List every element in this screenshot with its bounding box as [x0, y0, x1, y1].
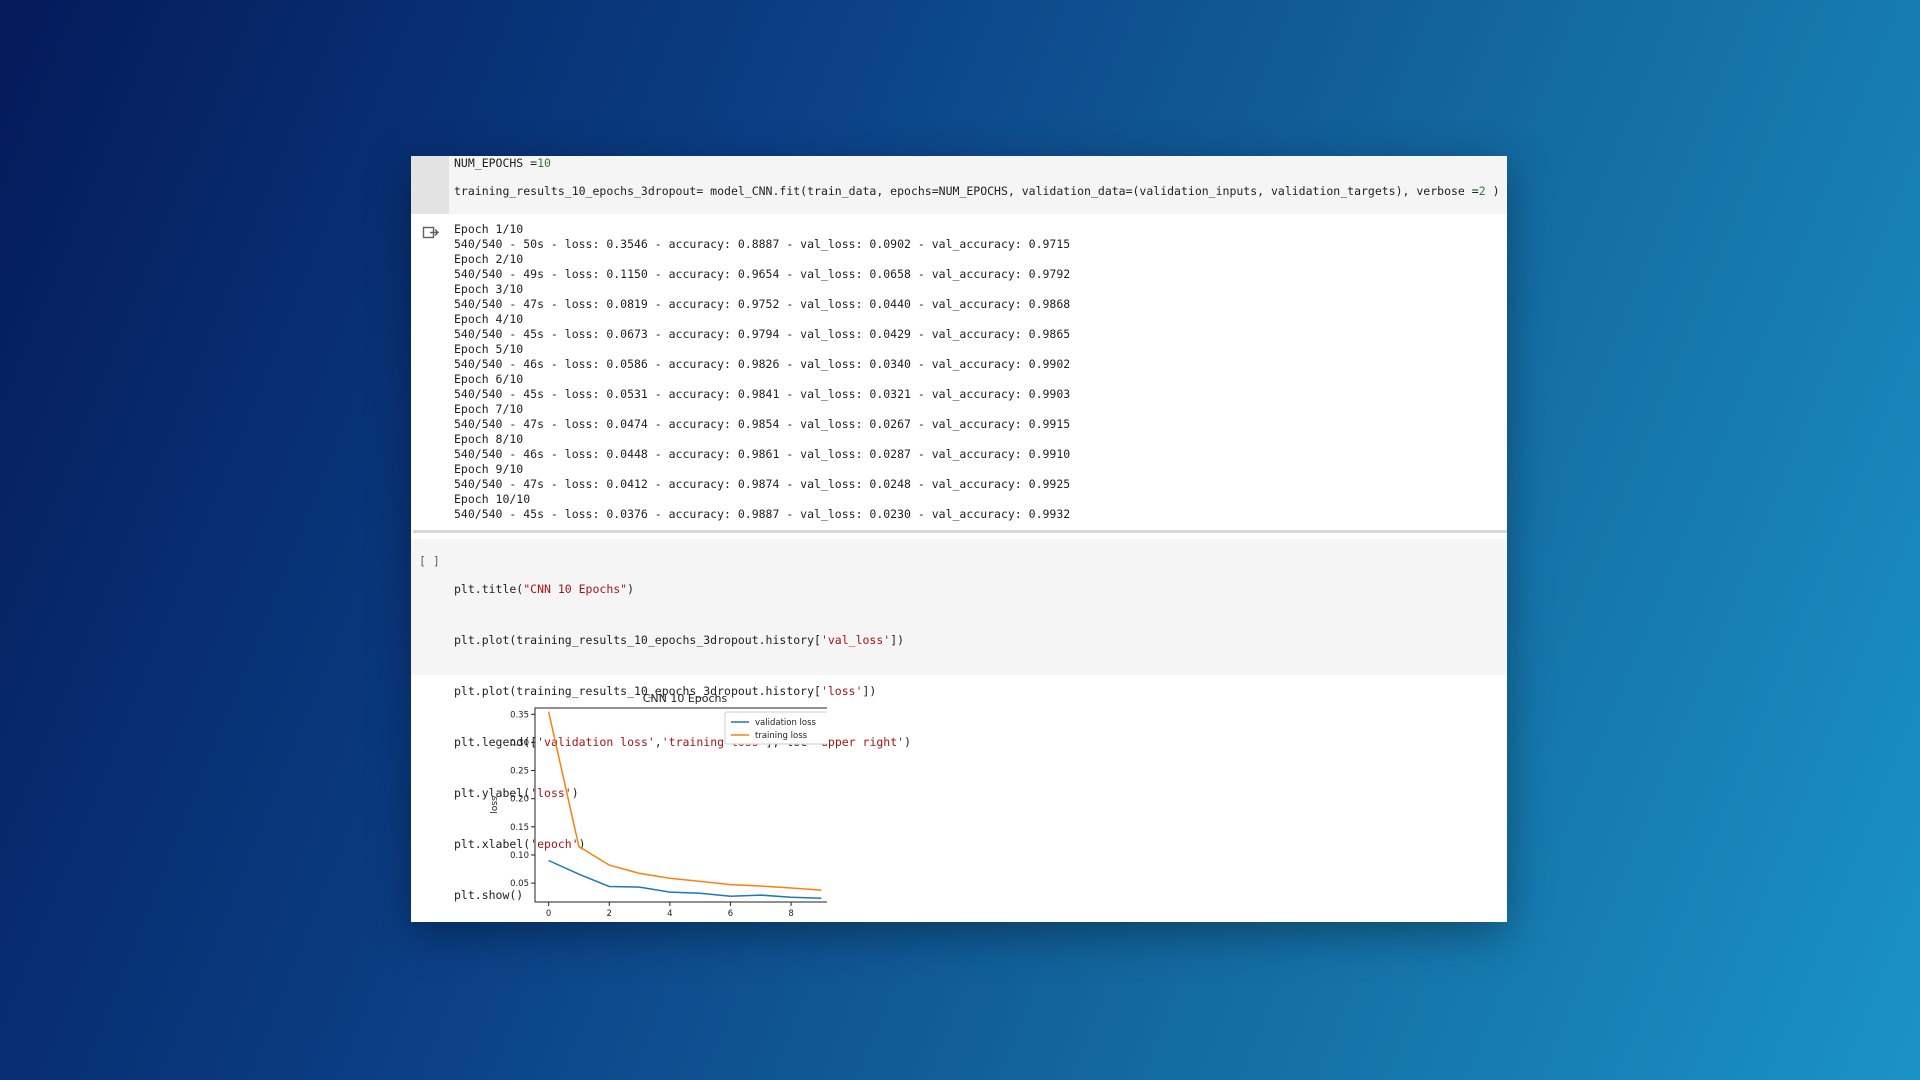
epoch-header-line: Epoch 7/10 [454, 402, 524, 416]
epoch-metrics-line: 540/540 - 47s - loss: 0.0819 - accuracy:… [454, 297, 1071, 311]
code-cell-fit[interactable]: NUM_EPOCHS =10 training_results_10_epoch… [411, 156, 1507, 214]
code-string: 'val_loss' [820, 633, 891, 647]
code-string: "CNN 10 Epochs" [523, 582, 628, 596]
x-tick-label: 6 [728, 909, 733, 919]
code-number: 2 [1478, 184, 1486, 198]
cell-output: Epoch 1/10 540/540 - 50s - loss: 0.3546 -… [454, 222, 1070, 522]
epoch-header-line: Epoch 5/10 [454, 342, 524, 356]
epoch-metrics-line: 540/540 - 45s - loss: 0.0531 - accuracy:… [454, 387, 1071, 401]
x-tick-label: 8 [788, 909, 793, 919]
y-tick-label: 0.20 [510, 795, 529, 805]
cell-divider [413, 530, 1507, 533]
code-text: ]) [890, 633, 905, 647]
code-text: plt.title( [454, 582, 524, 596]
epoch-metrics-line: 540/540 - 45s - loss: 0.0376 - accuracy:… [454, 507, 1071, 521]
code-text: ) [1485, 184, 1500, 198]
y-tick-label: 0.05 [510, 879, 529, 889]
code-string: 'upper right' [814, 735, 905, 749]
epoch-header-line: Epoch 2/10 [454, 252, 524, 266]
legend-label: validation loss [755, 718, 817, 728]
epoch-metrics-line: 540/540 - 46s - loss: 0.0586 - accuracy:… [454, 357, 1071, 371]
chart-title: CNN 10 Epochs [643, 692, 728, 705]
epoch-metrics-line: 540/540 - 47s - loss: 0.0412 - accuracy:… [454, 477, 1071, 491]
code-line-fit: training_results_10_epochs_3dropout= mod… [454, 184, 1500, 198]
y-tick-label: 0.30 [510, 738, 529, 748]
x-tick-label: 0 [546, 909, 551, 919]
epoch-metrics-line: 540/540 - 49s - loss: 0.1150 - accuracy:… [454, 267, 1071, 281]
epoch-metrics-line: 540/540 - 50s - loss: 0.3546 - accuracy:… [454, 237, 1071, 251]
y-tick-label: 0.15 [510, 823, 529, 833]
epoch-header-line: Epoch 9/10 [454, 462, 524, 476]
code-text: NUM_EPOCHS = [454, 156, 538, 170]
legend-label: training loss [755, 731, 808, 741]
y-tick-label: 0.35 [510, 710, 529, 720]
code-line-num-epochs: NUM_EPOCHS =10 [454, 156, 551, 170]
y-tick-label: 0.10 [510, 851, 529, 861]
epoch-metrics-line: 540/540 - 45s - loss: 0.0673 - accuracy:… [454, 327, 1071, 341]
code-text: ]) [862, 684, 877, 698]
epoch-metrics-line: 540/540 - 46s - loss: 0.0448 - accuracy:… [454, 447, 1071, 461]
epoch-header-line: Epoch 8/10 [454, 432, 524, 446]
code-string: 'loss' [820, 684, 863, 698]
code-text: ) [627, 582, 635, 596]
epoch-header-line: Epoch 1/10 [454, 222, 524, 236]
code-line: plt.plot(training_results_10_epochs_3dro… [454, 632, 911, 649]
epoch-metrics-line: 540/540 - 47s - loss: 0.0474 - accuracy:… [454, 417, 1071, 431]
code-cell-plot[interactable]: [ ] plt.title("CNN 10 Epochs") plt.plot(… [411, 539, 1507, 902]
epoch-header-line: Epoch 3/10 [454, 282, 524, 296]
notebook-window: NUM_EPOCHS =10 training_results_10_epoch… [411, 156, 1507, 922]
y-axis-label: loss [490, 796, 500, 814]
epoch-header-line: Epoch 4/10 [454, 312, 524, 326]
epoch-header-line: Epoch 10/10 [454, 492, 531, 506]
y-tick-label: 0.25 [510, 767, 529, 777]
loss-chart: CNN 10 Epochs loss 0.05 0.10 0.15 0.20 0.25 0.3… [490, 692, 827, 919]
code-line: plt.title("CNN 10 Epochs") [454, 581, 911, 598]
epoch-header-line: Epoch 6/10 [454, 372, 524, 386]
code-text: training_results_10_epochs_3dropout= mod… [454, 184, 1479, 198]
code-text: ) [904, 735, 912, 749]
x-tick-label: 2 [607, 909, 612, 919]
code-number: 10 [537, 156, 551, 170]
cell-gutter[interactable] [411, 156, 449, 214]
code-text: plt.plot(training_results_10_epochs_3dro… [454, 633, 821, 647]
output-redirect-icon[interactable] [421, 224, 441, 242]
x-tick-label: 4 [667, 909, 672, 919]
run-cell-button[interactable]: [ ] [419, 554, 440, 568]
